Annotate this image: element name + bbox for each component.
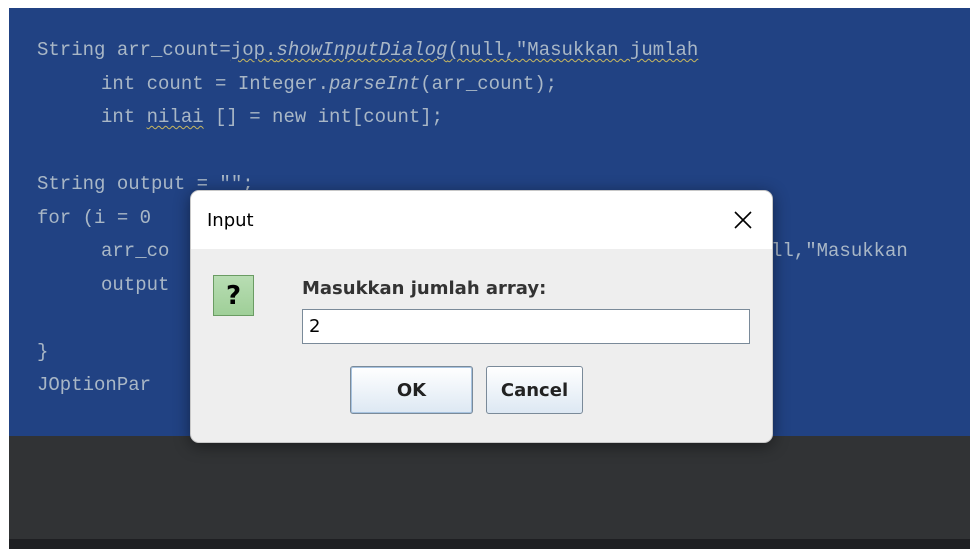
close-button[interactable]	[714, 191, 772, 249]
array-count-input[interactable]	[302, 309, 750, 344]
code-token: String arr_count=	[37, 39, 231, 61]
close-icon	[734, 211, 752, 229]
code-token: (null,"Masukkan jumlah	[447, 39, 699, 61]
code-token: ll,"Masukkan	[771, 240, 908, 262]
code-token: JOptionPar	[37, 374, 152, 396]
code-token: output	[101, 273, 170, 296]
code-token: [] = new int[count];	[203, 106, 444, 128]
code-token-method: showInputDialog	[276, 39, 448, 61]
bottom-panel	[9, 436, 970, 539]
input-dialog: Input ? Masukkan jumlah array: OK Cancel	[190, 190, 773, 443]
cancel-button[interactable]: Cancel	[486, 366, 583, 414]
code-line: int count = Integer.parseInt(arr_count);	[37, 68, 698, 102]
code-token: arr_co	[101, 240, 170, 262]
code-token: int count = Integer.	[101, 72, 330, 95]
code-token-warning: nilai	[146, 106, 204, 128]
question-icon-glyph: ?	[225, 280, 242, 311]
code-line: int nilai [] = new int[count];	[37, 101, 698, 135]
code-line: String arr_count=jop.showInputDialog(nul…	[37, 34, 698, 68]
code-token: (arr_count);	[420, 72, 558, 95]
dialog-title: Input	[207, 210, 254, 231]
code-token-method: parseInt	[329, 72, 421, 95]
code-token-link: jop.	[230, 39, 277, 61]
code-token: for (i = 0	[37, 206, 152, 229]
dialog-titlebar[interactable]: Input	[191, 191, 772, 249]
dialog-message: Masukkan jumlah array:	[302, 278, 547, 299]
question-icon: ?	[213, 275, 254, 316]
status-strip	[9, 539, 970, 549]
ok-button[interactable]: OK	[350, 366, 473, 414]
code-token: }	[37, 340, 49, 363]
code-token: int	[101, 106, 147, 128]
